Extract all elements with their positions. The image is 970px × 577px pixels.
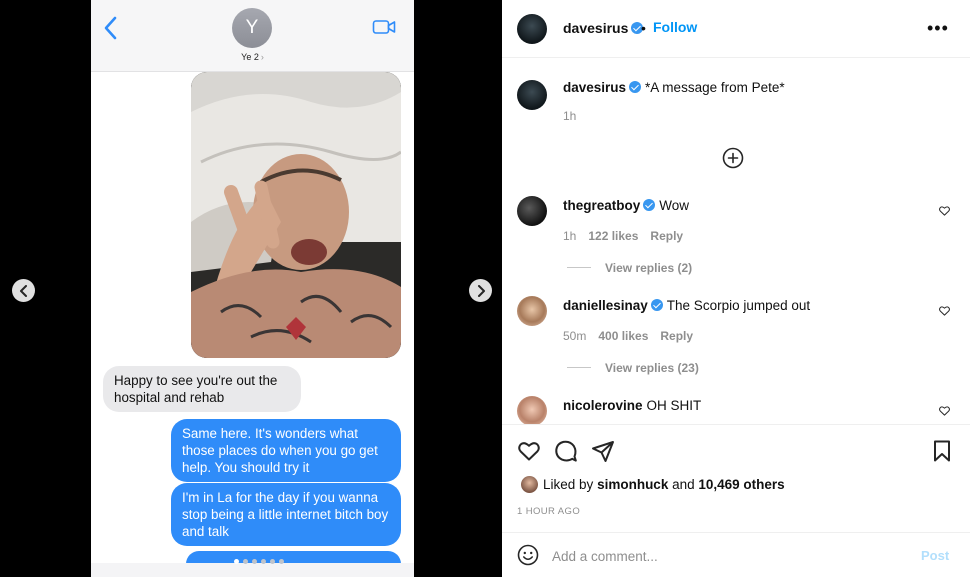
contact-name: Ye 2 › [241,52,264,62]
view-replies-button[interactable]: View replies (23) [567,361,699,375]
next-slide-button[interactable] [469,279,492,302]
previous-slide-button[interactable] [12,279,35,302]
post-timestamp: 1 HOUR AGO [517,506,581,517]
post-comment-button[interactable]: Post [921,548,949,563]
imessage-input-bar [91,563,414,577]
carousel-dot [270,559,275,564]
message-bubble-incoming: Happy to see you're out the hospital and… [103,366,301,412]
caption: davesirus *A message from Pete* [563,80,785,95]
add-comment-input[interactable] [552,546,902,566]
post-actions: Liked by simonhuck and 10,469 others 1 H… [502,424,970,532]
comment-time: 1h [563,229,577,243]
caption-username[interactable]: davesirus [563,80,626,95]
like-comment-heart-icon[interactable] [939,306,950,316]
commenter-avatar[interactable] [517,196,547,226]
caption-time: 1h [563,109,577,123]
post-media: Y Ye 2 › Happy to see you're out the hos… [0,0,502,577]
carousel-indicator [234,559,284,564]
reply-button[interactable]: Reply [650,229,683,243]
liker-avatar[interactable] [521,476,538,493]
comment-text: Wow [659,198,690,213]
comment-time: 50m [563,329,587,343]
separator-dot: • [641,20,646,36]
carousel-dot [279,559,284,564]
liker-username[interactable]: simonhuck [597,477,668,492]
screenshot-imessage: Y Ye 2 › Happy to see you're out the hos… [91,0,414,577]
chevron-left-icon [19,284,27,297]
comment-likes[interactable]: 400 likes [598,329,648,343]
comment-username[interactable]: nicolerovine [563,398,643,413]
add-comment-bar: Post [502,532,970,577]
verified-badge-icon [643,199,656,211]
post-sidebar: davesirus • Follow ••• davesirus *A messa… [502,0,970,577]
share-paper-plane-icon[interactable] [591,439,615,463]
selfie-photo [191,72,401,358]
more-options-button[interactable]: ••• [927,18,949,39]
carousel-dot [252,559,257,564]
like-heart-icon[interactable] [517,439,541,463]
caption-meta: 1h [563,109,576,123]
commenter-avatar[interactable] [517,296,547,326]
replies-divider [567,367,591,368]
like-comment-heart-icon[interactable] [939,406,950,416]
caption-text: *A message from Pete* [645,80,785,95]
comment-username[interactable]: daniellesinay [563,298,648,313]
liked-by-text: Liked by simonhuck and 10,469 others [543,477,785,492]
comment-text: The Scorpio jumped out [666,298,811,313]
follow-button[interactable]: Follow [653,19,697,35]
like-comment-heart-icon[interactable] [939,206,950,216]
imessage-header: Y Ye 2 › [91,0,414,72]
author-avatar[interactable] [517,80,547,110]
contact-avatar: Y [232,8,272,48]
chevron-right-icon [477,284,485,297]
comment: daniellesinay The Scorpio jumped out [563,298,810,313]
comment-likes[interactable]: 122 likes [588,229,638,243]
comment-username[interactable]: thegreatboy [563,198,640,213]
carousel-dot [261,559,266,564]
replies-divider [567,267,591,268]
comments-list: davesirus *A message from Pete* 1h thegre… [502,58,970,424]
carousel-dot-active [234,559,239,564]
message-bubble-outgoing: Same here. It's wonders what those place… [171,419,401,482]
commenter-avatar[interactable] [517,396,547,424]
verified-badge-icon [650,299,663,311]
post-header: davesirus • Follow ••• [502,0,970,58]
comment-meta: 1h 122 likes Reply [563,229,683,243]
author-avatar[interactable] [517,14,547,44]
comment: thegreatboy Wow [563,198,689,213]
author-username[interactable]: davesirus [563,20,644,36]
likes-count[interactable]: 10,469 others [698,477,784,492]
back-chevron-icon [104,16,117,40]
comment-bubble-icon[interactable] [554,439,578,463]
reply-button[interactable]: Reply [660,329,693,343]
comment-meta: 50m 400 likes Reply [563,329,693,343]
view-replies-button[interactable]: View replies (2) [567,261,692,275]
instagram-post-modal: Y Ye 2 › Happy to see you're out the hos… [0,0,970,577]
save-bookmark-icon[interactable] [930,439,954,463]
message-bubble-outgoing: I'm in La for the day if you wanna stop … [171,483,401,546]
emoji-smiley-icon[interactable] [517,544,539,566]
video-camera-icon [372,20,396,34]
comment-text: OH SHIT [646,398,702,413]
comment: nicolerovine OH SHIT [563,398,701,413]
verified-badge-icon [629,81,642,93]
load-more-comments-icon[interactable] [722,147,744,169]
carousel-dot [243,559,248,564]
